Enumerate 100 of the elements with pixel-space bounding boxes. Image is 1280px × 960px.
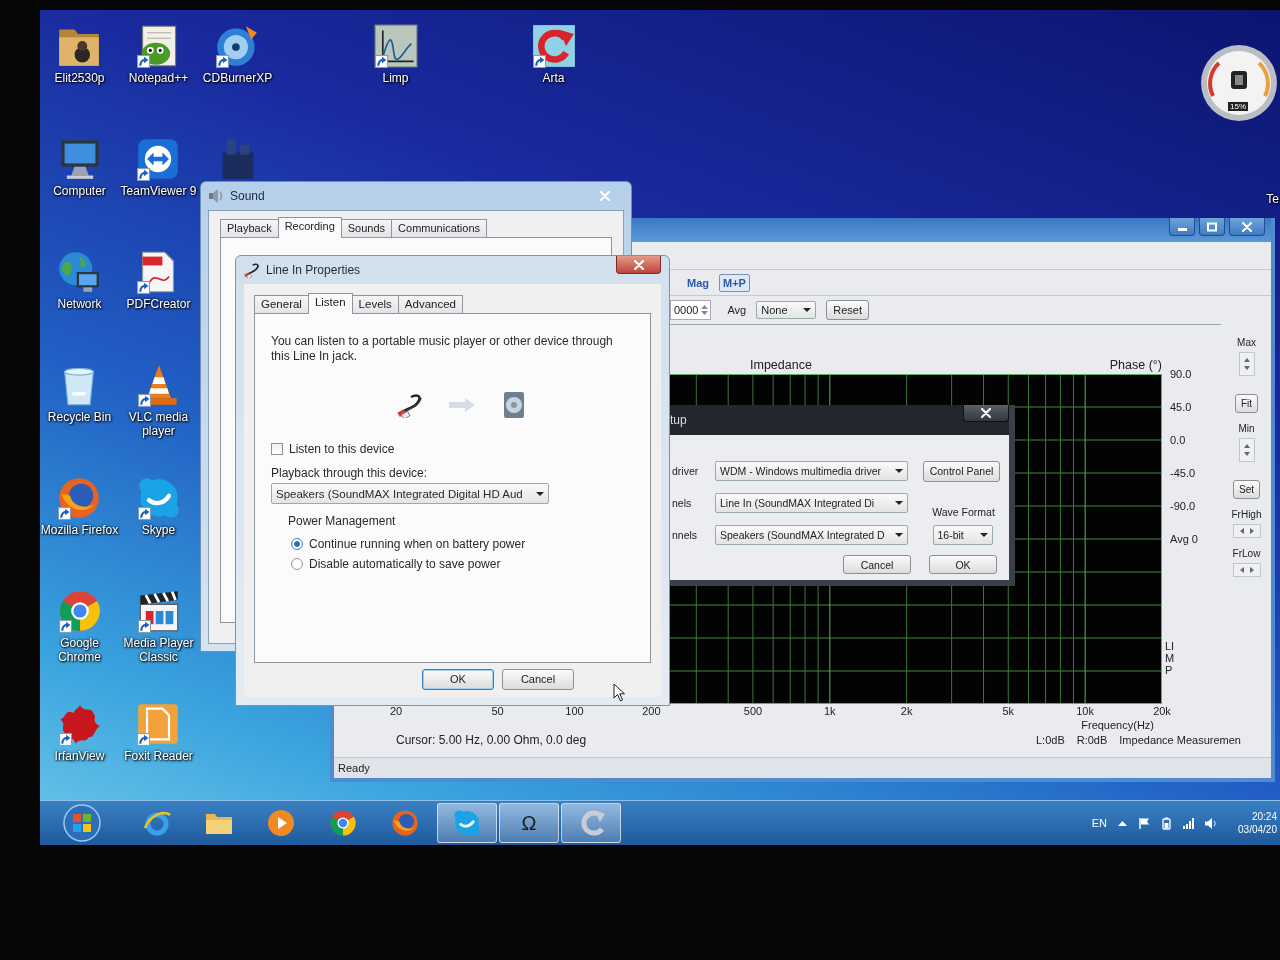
- window-title: Line In Properties: [266, 263, 361, 277]
- field-label: nnels: [671, 529, 699, 541]
- desktop-item[interactable]: Recycle Bin: [47, 361, 112, 424]
- gauge-reading: 15%: [1228, 102, 1248, 111]
- desktop-item[interactable]: Skype: [136, 474, 181, 537]
- desktop-item[interactable]: CDBurnerXP: [202, 22, 273, 85]
- desktop-item[interactable]: Notepad++: [128, 22, 189, 85]
- taskbar-button[interactable]: [561, 803, 621, 843]
- tab[interactable]: Sounds: [340, 219, 393, 237]
- dialog-button[interactable]: OK: [929, 555, 997, 574]
- field-label: nels: [671, 497, 693, 509]
- close-button[interactable]: [1229, 218, 1265, 236]
- control-panel-button[interactable]: Control Panel: [922, 460, 1001, 482]
- spinner-control[interactable]: [1238, 352, 1255, 376]
- ring-icon: [143, 809, 171, 837]
- caret-icon: [895, 533, 903, 537]
- description-text: You can listen to a portable music player or other device through this Line In jack.: [271, 334, 614, 364]
- taskbar-button[interactable]: Ω: [499, 803, 559, 843]
- signal-bars-icon[interactable]: [1182, 816, 1196, 830]
- maximize-button[interactable]: [1199, 218, 1225, 236]
- checkbox-label[interactable]: Listen to this device: [289, 442, 395, 456]
- axis-tick-label: 45.0: [1169, 400, 1192, 415]
- tab[interactable]: General: [254, 295, 309, 313]
- flag-icon[interactable]: [1138, 816, 1152, 830]
- desktop-item[interactable]: Computer: [53, 135, 106, 198]
- taskbar-clock[interactable]: 20:24 03/04/20: [1238, 810, 1277, 836]
- desktop-item[interactable]: VLC media player: [119, 361, 198, 438]
- axis-tick-label: 500: [743, 705, 763, 717]
- close-button[interactable]: [616, 256, 661, 274]
- dialog-button[interactable]: Cancel: [843, 555, 911, 574]
- mode-readout: Impedance Measuremen: [1119, 734, 1241, 746]
- average-dropdown[interactable]: None: [756, 301, 817, 319]
- desktop-item[interactable]: Te: [1266, 192, 1279, 206]
- axis-tick-label: 1k: [824, 705, 836, 717]
- desktop-item[interactable]: Mozilla Firefox: [40, 474, 119, 537]
- axis-tick-label: 20: [389, 705, 403, 717]
- desktop-item[interactable]: PDFCreator: [126, 248, 191, 311]
- tab[interactable]: Playback: [220, 219, 279, 237]
- axis-tick-label: 5k: [1002, 705, 1015, 717]
- panel-label: FrLow: [1232, 548, 1261, 559]
- reset-button[interactable]: Reset: [826, 300, 869, 320]
- step-arrows-icon: [1238, 528, 1255, 534]
- language-indicator[interactable]: EN: [1091, 817, 1108, 829]
- average-readout: Avg 0: [1169, 532, 1198, 547]
- cursor-readout: Cursor: 5.00 Hz, 0.00 Ohm, 0.0 deg: [396, 733, 587, 747]
- arrow-right-icon: [449, 398, 475, 412]
- axis-tick-label: 2k: [900, 705, 913, 717]
- spinner-control[interactable]: [1238, 438, 1255, 462]
- close-button[interactable]: [963, 405, 1009, 422]
- step-arrows-icon: [1238, 567, 1255, 573]
- spin-arrows-icon: [1243, 443, 1250, 457]
- axis-tick-label: 100: [565, 705, 584, 717]
- checkbox[interactable]: [271, 443, 283, 455]
- caret-icon: [536, 491, 544, 496]
- format-dropdown[interactable]: 16-bit: [932, 525, 993, 545]
- device-dropdown[interactable]: Speakers (SoundMAX Integrated Digital HD Aud: [271, 483, 549, 504]
- close-icon: [600, 191, 610, 201]
- tab[interactable]: Communications: [391, 219, 487, 237]
- cloud-icon: [453, 809, 481, 837]
- dialog-button[interactable]: OK: [422, 668, 494, 690]
- tab[interactable]: Listen: [307, 293, 353, 314]
- axis-title: Phase (°): [1109, 358, 1162, 372]
- dialog-button[interactable]: Cancel: [502, 668, 574, 690]
- battery-icon[interactable]: [1160, 816, 1174, 830]
- radio-button[interactable]: [291, 538, 303, 550]
- radio-button[interactable]: [291, 558, 303, 570]
- close-icon: [981, 408, 991, 418]
- tricolor-circle-icon: [57, 589, 102, 633]
- start-button[interactable]: [60, 801, 104, 845]
- minimize-button[interactable]: [1169, 218, 1195, 236]
- caret-icon: [895, 501, 903, 505]
- desktop-item[interactable]: Arta: [531, 22, 576, 85]
- panel-button[interactable]: Set: [1233, 480, 1260, 499]
- device-dropdown[interactable]: Speakers (SoundMAX Integrated D: [715, 525, 908, 545]
- device-dropdown[interactable]: Line In (SoundMAX Integrated Di: [715, 493, 908, 513]
- taskbar-button[interactable]: [437, 803, 497, 843]
- desktop-item[interactable]: Elit2530p: [54, 22, 105, 85]
- device-dropdown[interactable]: WDM - Windows multimedia driver: [715, 461, 908, 481]
- desktop-item[interactable]: Network: [57, 248, 102, 311]
- view-toggle[interactable]: M+P: [719, 273, 750, 292]
- axis-tick-label: 20k: [1153, 705, 1171, 717]
- radio-label[interactable]: Disable automatically to save power: [309, 557, 501, 571]
- group-title: Power Management: [288, 514, 396, 528]
- panel-button[interactable]: Fit: [1234, 394, 1259, 413]
- window-title: tup: [669, 413, 687, 427]
- maximize-icon: [1207, 221, 1217, 232]
- stepper-control[interactable]: [1232, 563, 1261, 577]
- speaker-icon: [208, 188, 224, 204]
- tab[interactable]: Levels: [351, 295, 399, 313]
- tab[interactable]: Recording: [277, 217, 342, 238]
- number-field[interactable]: 0000: [670, 300, 712, 320]
- desktop-item[interactable]: Limp: [373, 22, 418, 85]
- stepper-control[interactable]: [1232, 524, 1261, 538]
- view-toggle[interactable]: Mag: [683, 273, 713, 292]
- radio-label[interactable]: Continue running when on battery power: [309, 537, 526, 551]
- tab[interactable]: Advanced: [397, 295, 463, 313]
- desktop-item[interactable]: TeamViewer 9: [120, 135, 197, 198]
- caret-icon: [979, 533, 988, 537]
- volume-icon[interactable]: [1204, 816, 1218, 830]
- panel-label: Max: [1237, 337, 1256, 348]
